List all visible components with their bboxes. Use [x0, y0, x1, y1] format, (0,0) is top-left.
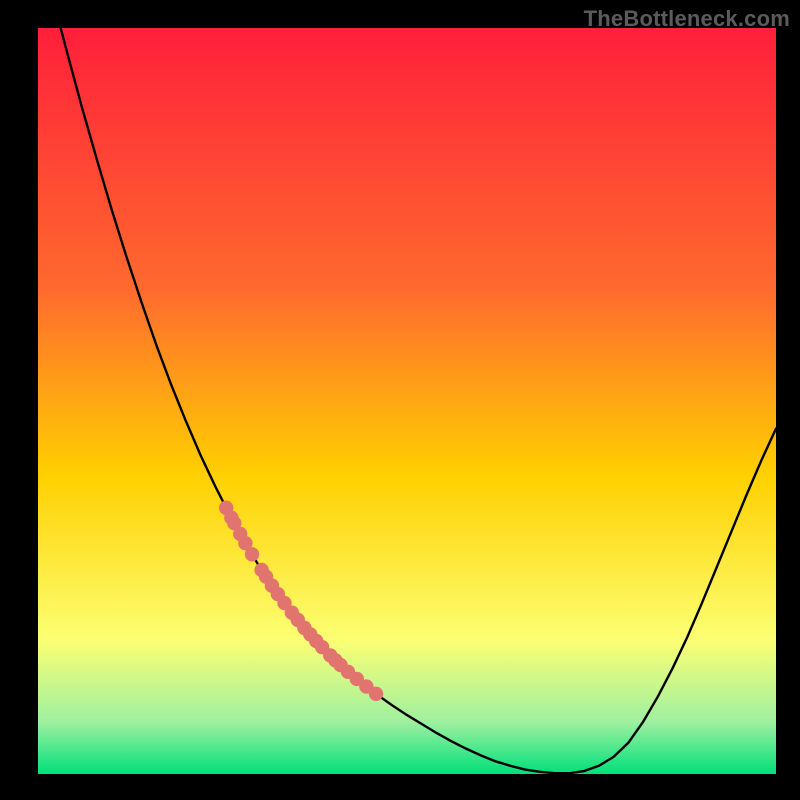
watermark-text: TheBottleneck.com — [584, 6, 790, 32]
data-dot — [369, 687, 383, 701]
chart-svg — [0, 0, 800, 800]
data-dot — [245, 547, 259, 561]
gradient-background — [38, 28, 776, 774]
chart-frame: TheBottleneck.com — [0, 0, 800, 800]
